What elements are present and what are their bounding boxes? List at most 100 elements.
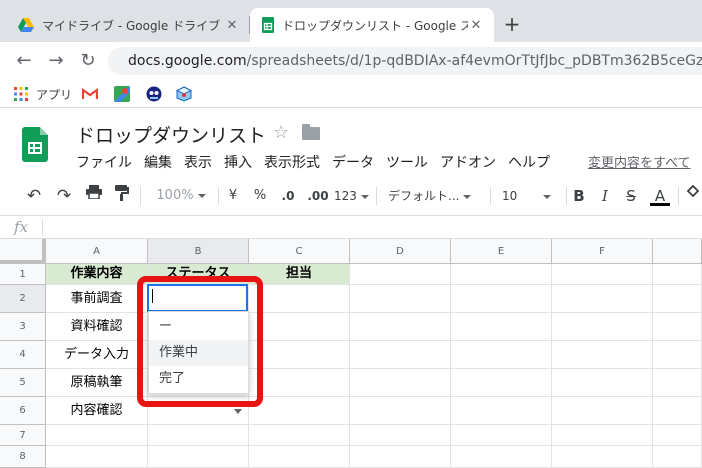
bookmark-apps[interactable]: アプリ [14,85,72,103]
menu-tools[interactable]: ツール [380,152,434,172]
row-header-4[interactable]: 4 [0,341,46,369]
font-size-select[interactable]: 10 [502,185,556,207]
tab-dropdown-list[interactable]: ドロップダウンリスト - Google スプレッ ✕ [250,8,494,42]
cell-f8[interactable] [552,446,653,468]
cell-g4[interactable] [653,341,702,369]
strikethrough-button[interactable]: S [624,185,638,207]
cell-e5[interactable] [451,369,552,397]
cell-g1[interactable] [653,264,702,285]
zoom-select[interactable]: 100% [152,185,210,207]
cell-c3[interactable] [249,313,350,341]
cell-e1[interactable] [451,264,552,285]
cell-f2[interactable] [552,285,653,313]
cell-g6[interactable] [653,397,702,425]
cell-g8[interactable] [653,446,702,468]
formula-input[interactable] [48,216,688,238]
cell-f5[interactable] [552,369,653,397]
address-bar[interactable]: docs.google.com /spreadsheets/d/1p-qdBDI… [108,47,702,75]
new-tab-button[interactable]: + [500,13,524,37]
last-edit-link[interactable]: 変更内容をすべて [588,152,691,171]
back-icon[interactable]: ← [12,50,36,72]
cell-c4[interactable] [249,341,350,369]
select-all-corner[interactable] [0,239,46,264]
row-header-3[interactable]: 3 [0,313,46,341]
sheets-logo-icon[interactable] [22,127,48,162]
menu-help[interactable]: ヘルプ [502,152,556,172]
fill-color-icon[interactable] [686,184,700,207]
close-tab-icon[interactable]: ✕ [468,18,484,33]
column-header-f[interactable]: F [552,239,653,264]
gmail-bookmark-icon[interactable] [82,85,98,103]
row-header-8[interactable]: 8 [0,446,46,468]
cell-d5[interactable] [350,369,451,397]
cell-d2[interactable] [350,285,451,313]
bold-button[interactable]: B [572,185,586,207]
cell-f7[interactable] [552,425,653,446]
cell-c5[interactable] [249,369,350,397]
column-header-g[interactable] [653,239,702,264]
cell-b8[interactable] [148,446,249,468]
menu-file[interactable]: ファイル [70,152,138,172]
row-header-1[interactable]: 1 [0,264,46,285]
cell-c6[interactable] [249,397,350,425]
menu-insert[interactable]: 挿入 [218,152,258,172]
forward-icon[interactable]: → [44,50,68,72]
cell-e2[interactable] [451,285,552,313]
row-header-6[interactable]: 6 [0,397,46,425]
cell-b7[interactable] [148,425,249,446]
cell-f4[interactable] [552,341,653,369]
cell-c2[interactable] [249,285,350,313]
cell-d1[interactable] [350,264,451,285]
cell-a1[interactable]: 作業内容 [46,264,148,285]
cell-a3[interactable]: 資料確認 [46,313,148,341]
cell-f1[interactable] [552,264,653,285]
close-tab-icon[interactable]: ✕ [224,18,240,33]
font-family-select[interactable]: デフォルト... [388,185,480,207]
cell-f6[interactable] [552,397,653,425]
text-color-button[interactable]: A [650,185,670,207]
tab-google-drive[interactable]: マイドライブ - Google ドライブ ✕ [6,8,250,42]
cell-a4[interactable]: データ入力 [46,341,148,369]
percent-format-button[interactable]: % [252,185,268,207]
cell-a8[interactable] [46,446,148,468]
cell-g5[interactable] [653,369,702,397]
reload-icon[interactable]: ↻ [76,50,100,72]
menu-view[interactable]: 表示 [178,152,218,172]
folder-icon[interactable] [302,124,320,140]
column-header-c[interactable]: C [249,239,350,264]
print-icon[interactable] [84,185,104,207]
star-icon[interactable]: ☆ [273,122,289,143]
cell-d3[interactable] [350,313,451,341]
cell-d8[interactable] [350,446,451,468]
italic-button[interactable]: I [598,185,612,207]
cell-c7[interactable] [249,425,350,446]
cell-d6[interactable] [350,397,451,425]
undo-icon[interactable]: ↶ [24,185,44,207]
cell-c8[interactable] [249,446,350,468]
dropdown-arrow-icon[interactable] [234,409,242,414]
row-header-7[interactable]: 7 [0,425,46,446]
column-header-d[interactable]: D [350,239,451,264]
paint-format-icon[interactable] [112,185,132,207]
cell-g3[interactable] [653,313,702,341]
cell-e6[interactable] [451,397,552,425]
document-title[interactable]: ドロップダウンリスト [76,121,266,148]
cell-e7[interactable] [451,425,552,446]
redo-icon[interactable]: ↷ [54,185,74,207]
column-header-a[interactable]: A [46,239,148,264]
cell-g2[interactable] [653,285,702,313]
box-bookmark-icon[interactable] [176,85,192,103]
cell-a7[interactable] [46,425,148,446]
cell-e3[interactable] [451,313,552,341]
cell-a6[interactable]: 内容確認 [46,397,148,425]
cell-a5[interactable]: 原稿執筆 [46,369,148,397]
cell-d4[interactable] [350,341,451,369]
cell-e4[interactable] [451,341,552,369]
menu-edit[interactable]: 編集 [138,152,178,172]
maps-bookmark-icon[interactable] [114,85,130,103]
column-header-b[interactable]: B [148,239,249,264]
cell-c1[interactable]: 担当 [249,264,350,285]
row-header-2[interactable]: 2 [0,285,46,313]
menu-addons[interactable]: アドオン [434,152,502,172]
cell-a2[interactable]: 事前調査 [46,285,148,313]
